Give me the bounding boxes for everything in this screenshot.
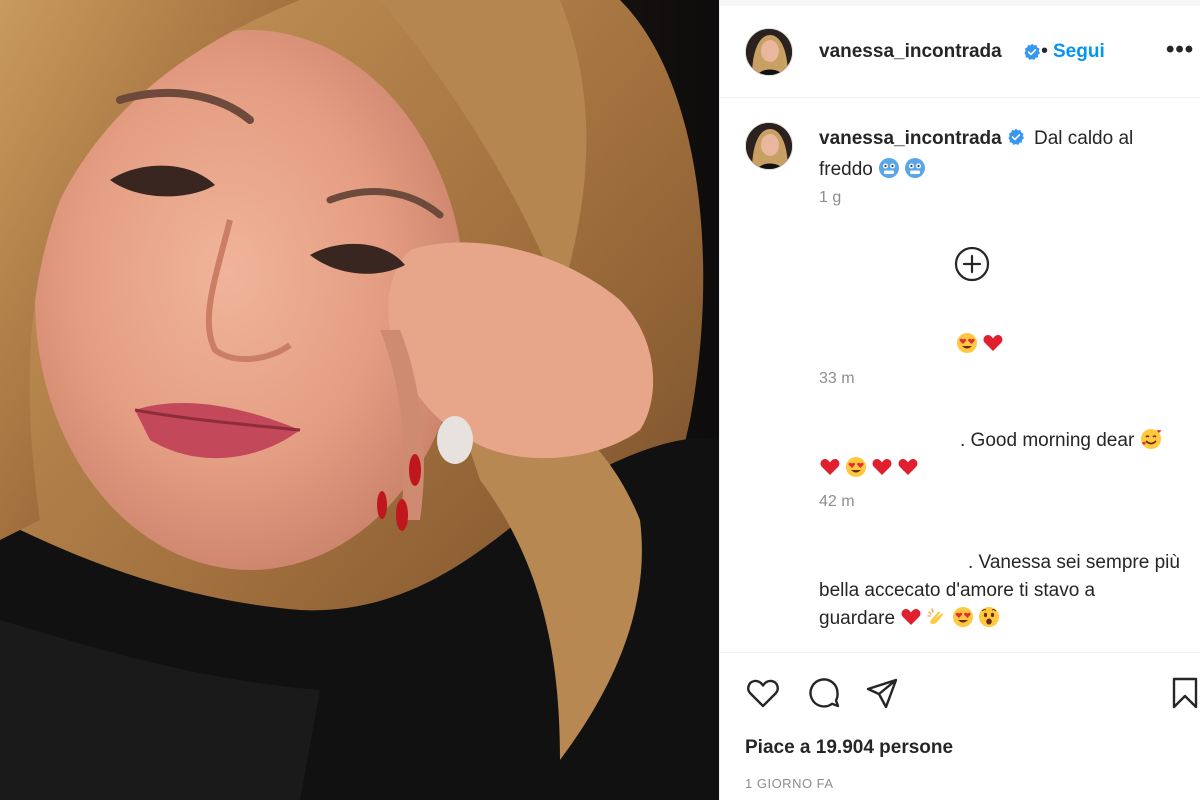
share-icon[interactable] (864, 675, 900, 711)
clapping-hands-emoji-icon (926, 606, 948, 637)
comments-section[interactable]: vanessa_incontrada Dal caldo al freddo 1… (720, 98, 1200, 652)
comment-1-text (956, 330, 1008, 363)
caption-avatar[interactable] (745, 122, 793, 170)
likes-count[interactable]: Piace a 19.904 persone (745, 737, 953, 759)
photo-image (0, 0, 719, 800)
load-more-comments-icon[interactable] (954, 246, 990, 282)
verified-badge-icon (1023, 43, 1041, 66)
smiling-hearts-emoji-icon (1140, 428, 1162, 459)
post-date: 1 GIORNO FA (745, 776, 834, 791)
caption-timestamp: 1 g (819, 189, 842, 206)
comment-1-timestamp: 33 m (819, 370, 855, 387)
comment-3-line-2: bella accecato d'amore ti stavo a (819, 580, 1096, 601)
heart-eyes-emoji-icon (956, 332, 978, 363)
red-heart-emoji-icon (897, 456, 919, 487)
post-header: vanessa_incontrada • Segui ••• (720, 6, 1200, 98)
post-photo[interactable] (0, 0, 719, 800)
astonished-face-emoji-icon (978, 606, 1000, 637)
author-username[interactable]: vanessa_incontrada (819, 41, 1002, 63)
red-heart-emoji-icon (982, 332, 1004, 363)
caption-username[interactable]: vanessa_incontrada (819, 128, 1002, 149)
heart-icon[interactable] (745, 675, 781, 711)
red-heart-emoji-icon (900, 606, 922, 637)
bookmark-icon[interactable] (1167, 675, 1200, 711)
post-actions: Piace a 19.904 persone 1 GIORNO FA (720, 652, 1200, 801)
comment-2-timestamp: 42 m (819, 493, 855, 510)
comment-3-line-3: guardare (819, 604, 1004, 637)
comment-2-text: . Good morning dear (960, 430, 1135, 451)
post-details-panel: vanessa_incontrada • Segui ••• vanessa_i… (719, 0, 1200, 800)
comment-2-line-2 (819, 454, 923, 487)
comment-2-line-1: . Good morning dear (960, 426, 1166, 459)
follow-button[interactable]: Segui (1053, 41, 1105, 63)
separator-dot: • (1041, 40, 1049, 62)
verified-badge-icon (1007, 126, 1025, 155)
more-options-icon[interactable]: ••• (1166, 36, 1194, 64)
cold-face-emoji-icon (904, 157, 926, 188)
heart-eyes-emoji-icon (845, 456, 867, 487)
author-avatar[interactable] (745, 28, 793, 76)
red-heart-emoji-icon (871, 456, 893, 487)
comment-3-text: guardare (819, 608, 896, 629)
post-caption: vanessa_incontrada Dal caldo al freddo (819, 124, 1179, 188)
comment-icon[interactable] (806, 675, 842, 711)
comment-3-line-1: . Vanessa sei sempre più (968, 552, 1180, 573)
heart-eyes-emoji-icon (952, 606, 974, 637)
cold-face-emoji-icon (878, 157, 900, 188)
red-heart-emoji-icon (819, 456, 841, 487)
